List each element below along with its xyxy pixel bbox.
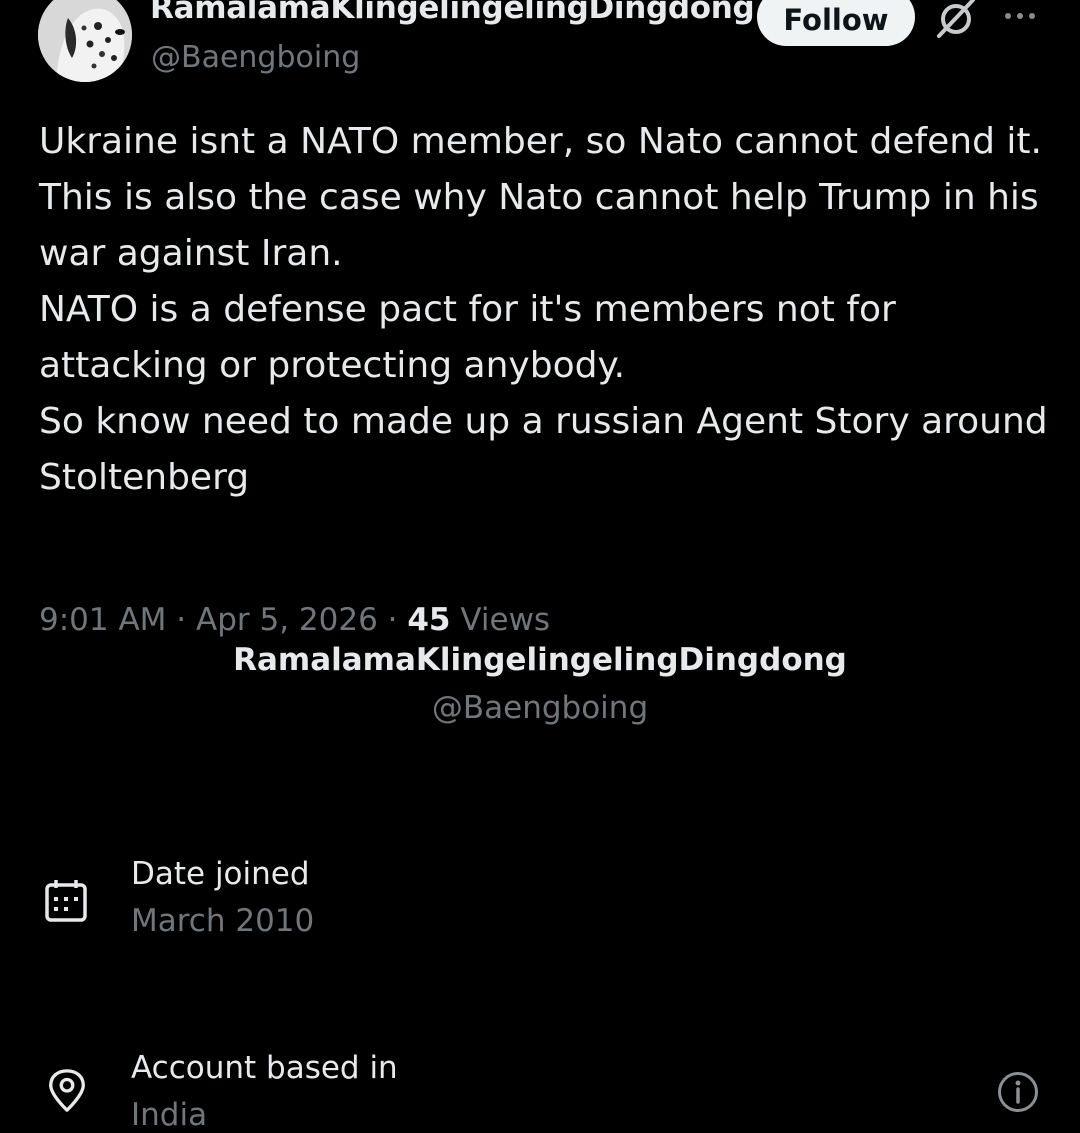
display-name[interactable]: RamalamaKlingelingelingDingdong: [150, 0, 755, 26]
about-display-name: RamalamaKlingelingelingDingdong: [233, 642, 847, 678]
user-handle[interactable]: @Baengboing: [151, 40, 360, 75]
account-based-value: India: [131, 1097, 208, 1133]
more-icon[interactable]: [1000, 4, 1040, 24]
tweet-text: Ukraine isnt a NATO member, so Nato cann…: [39, 121, 1048, 498]
views-label[interactable]: Views: [460, 602, 550, 638]
tweet-time[interactable]: 9:01 AM: [39, 602, 166, 638]
date-joined-label: Date joined: [131, 856, 310, 892]
follow-button[interactable]: Follow: [757, 0, 915, 46]
calendar-icon: [45, 880, 87, 922]
info-icon[interactable]: [996, 1070, 1040, 1114]
date-joined-value: March 2010: [131, 903, 315, 939]
avatar[interactable]: [38, 0, 132, 82]
about-handle: @Baengboing: [431, 690, 649, 726]
tweet-date[interactable]: Apr 5, 2026: [196, 602, 378, 638]
dalmatian-avatar-image: [38, 0, 132, 82]
account-based-label: Account based in: [131, 1050, 398, 1086]
views-count[interactable]: 45: [407, 602, 450, 638]
location-pin-icon: [49, 1069, 85, 1112]
tweet-meta: 9:01 AM · Apr 5, 2026 · 45 Views: [39, 602, 551, 638]
grok-icon[interactable]: [934, 0, 978, 40]
